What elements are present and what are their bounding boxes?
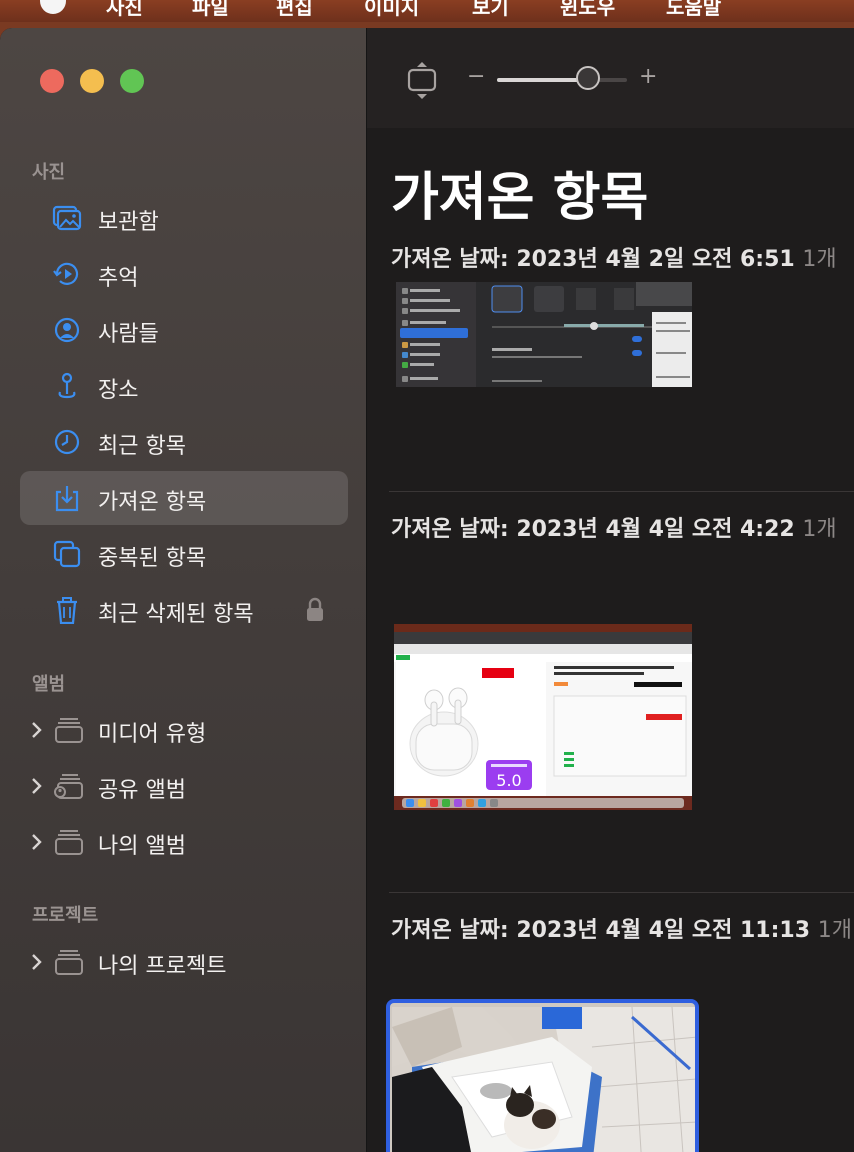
menu-edit[interactable]: 편집 xyxy=(276,0,313,20)
places-pin-icon xyxy=(58,372,76,399)
sidebar-item-duplicates[interactable]: 중복된 항목 xyxy=(20,527,348,581)
group-divider xyxy=(389,491,854,492)
memories-icon xyxy=(53,262,79,285)
sidebar: 사진 보관함 추억 사람들 장소 최근 항목 가져온 항목 중복된 항목 최근 … xyxy=(0,28,367,1152)
screenshot-preview xyxy=(396,282,692,387)
import-count: 1개 xyxy=(802,517,837,542)
sidebar-item-label: 공유 앨범 xyxy=(98,778,186,803)
folder-stack-icon xyxy=(55,950,83,975)
chevron-right-icon[interactable] xyxy=(30,775,44,797)
folder-stack-icon xyxy=(55,830,83,855)
sidebar-item-label: 가져온 항목 xyxy=(98,490,207,515)
apple-logo-icon[interactable] xyxy=(40,0,66,14)
chevron-right-icon[interactable] xyxy=(30,719,44,741)
menu-photos[interactable]: 사진 xyxy=(106,0,143,20)
section-title-albums: 앨범 xyxy=(32,674,66,695)
sidebar-item-imports[interactable]: 가져온 항목 xyxy=(20,471,348,525)
sidebar-item-label: 최근 항목 xyxy=(98,434,186,459)
sidebar-item-label: 보관함 xyxy=(98,210,159,235)
sidebar-item-label: 장소 xyxy=(98,378,139,403)
close-window-button[interactable] xyxy=(40,69,64,93)
shared-album-icon xyxy=(54,774,83,799)
photo-thumbnail-settings-screenshot[interactable] xyxy=(396,282,692,387)
zoom-in-button[interactable]: + xyxy=(639,64,657,89)
import-group-header: 가져온 날짜: 2023년 4월 2일 오전 6:51 1개 xyxy=(391,241,837,273)
section-title-photos: 사진 xyxy=(32,162,66,183)
import-date-label: 가져온 날짜: 2023년 4월 4일 오전 4:22 xyxy=(391,517,795,542)
photo-thumbnail-airpods-screenshot[interactable]: 5.0 xyxy=(394,624,692,810)
sidebar-item-label: 나의 앨범 xyxy=(98,834,186,859)
menu-view[interactable]: 보기 xyxy=(472,0,509,20)
sidebar-item-my-albums[interactable]: 나의 앨범 xyxy=(20,815,348,869)
minimize-window-button[interactable] xyxy=(80,69,104,93)
sidebar-item-label: 중복된 항목 xyxy=(98,546,207,571)
menu-image[interactable]: 이미지 xyxy=(364,0,419,20)
zoom-slider[interactable] xyxy=(497,66,627,90)
library-icon xyxy=(52,205,82,231)
sidebar-item-label: 미디어 유형 xyxy=(98,722,207,747)
menu-window[interactable]: 윈도우 xyxy=(560,0,615,20)
toolbar: − + xyxy=(367,28,854,128)
import-icon xyxy=(55,486,79,512)
imports-content: 가져온 항목 가져온 날짜: 2023년 4월 2일 오전 6:51 1개 가져… xyxy=(367,128,854,1152)
sidebar-item-my-projects[interactable]: 나의 프로젝트 xyxy=(20,935,348,989)
zoom-out-button[interactable]: − xyxy=(467,64,485,89)
sidebar-item-label: 추억 xyxy=(98,266,139,291)
sidebar-item-people[interactable]: 사람들 xyxy=(20,303,348,357)
section-title-projects: 프로젝트 xyxy=(32,905,99,926)
sidebar-item-label: 나의 프로젝트 xyxy=(98,954,227,979)
zoom-slider-knob[interactable] xyxy=(576,66,600,90)
sidebar-item-places[interactable]: 장소 xyxy=(20,359,348,413)
sidebar-item-recents[interactable]: 최근 항목 xyxy=(20,415,348,469)
sidebar-item-memories[interactable]: 추억 xyxy=(20,247,348,301)
import-count: 1개 xyxy=(817,918,852,943)
page-title: 가져온 항목 xyxy=(391,168,649,228)
import-date-label: 가져온 날짜: 2023년 4월 2일 오전 6:51 xyxy=(391,247,795,272)
people-icon xyxy=(54,317,80,343)
import-group-header: 가져온 날짜: 2023년 4월 4일 오전 4:22 1개 xyxy=(391,511,837,543)
chevron-right-icon[interactable] xyxy=(30,951,44,973)
sidebar-item-recently-deleted[interactable]: 최근 삭제된 항목 xyxy=(20,583,348,637)
menu-help[interactable]: 도움말 xyxy=(666,0,721,20)
sidebar-item-label: 사람들 xyxy=(98,322,159,347)
import-date-label: 가져온 날짜: 2023년 4월 4일 오전 11:13 xyxy=(391,918,811,943)
photos-window: 사진 보관함 추억 사람들 장소 최근 항목 가져온 항목 중복된 항목 최근 … xyxy=(0,28,854,1152)
bluetooth-badge-text: 5.0 xyxy=(496,771,521,790)
folder-stack-icon xyxy=(55,718,83,743)
aspect-toggle-icon[interactable] xyxy=(405,61,439,101)
group-divider xyxy=(389,892,854,893)
photo-thumbnail-kitten-selected[interactable] xyxy=(386,999,699,1152)
zoom-slider-fill xyxy=(497,78,588,82)
sidebar-item-label: 최근 삭제된 항목 xyxy=(98,602,254,627)
duplicates-icon xyxy=(53,540,81,568)
import-count: 1개 xyxy=(802,247,837,272)
menu-file[interactable]: 파일 xyxy=(192,0,229,20)
screenshot-preview: 5.0 xyxy=(394,624,692,810)
clock-icon xyxy=(54,429,80,455)
sidebar-item-library[interactable]: 보관함 xyxy=(20,191,348,245)
sidebar-item-shared-albums[interactable]: 공유 앨범 xyxy=(20,759,348,813)
import-group-header: 가져온 날짜: 2023년 4월 4일 오전 11:13 1개 xyxy=(391,912,852,944)
chevron-right-icon[interactable] xyxy=(30,831,44,853)
kitten-photo-preview xyxy=(392,1007,695,1152)
lock-icon xyxy=(307,597,323,621)
zoom-window-button[interactable] xyxy=(120,69,144,93)
menu-bar: 사진 파일 편집 이미지 보기 윈도우 도움말 xyxy=(0,0,854,22)
trash-icon xyxy=(57,597,77,624)
sidebar-item-media-types[interactable]: 미디어 유형 xyxy=(20,703,348,757)
